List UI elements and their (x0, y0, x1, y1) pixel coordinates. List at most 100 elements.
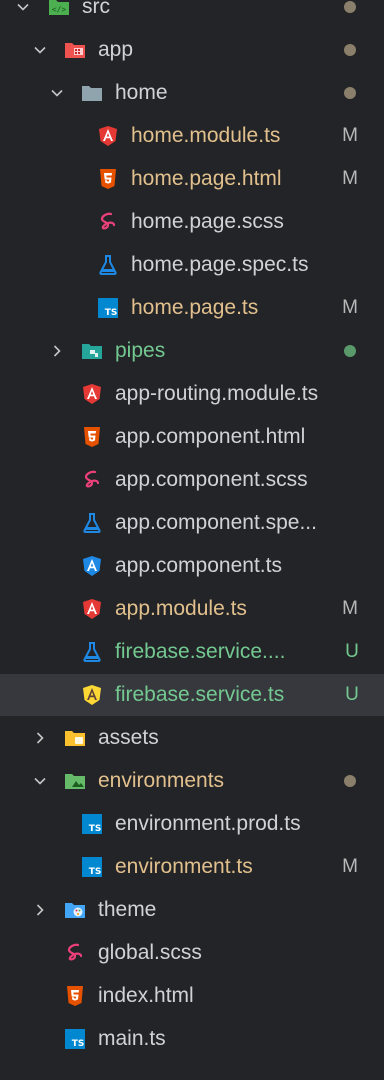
tree-item-label: app.component.spe... (115, 511, 317, 534)
tree-item-label: theme (98, 898, 157, 921)
tree-item-label: home.page.spec.ts (131, 253, 309, 276)
chevron-right-icon[interactable] (31, 729, 49, 747)
tree-item-label: app.module.ts (115, 597, 247, 620)
svg-text:TS: TS (89, 867, 102, 877)
git-change-dot-icon (344, 87, 356, 99)
tree-item-label: pipes (115, 339, 166, 362)
tree-file-row[interactable]: index.html (0, 975, 384, 1017)
angular-icon (79, 596, 105, 622)
tree-item-label: main.ts (98, 1027, 166, 1050)
tree-file-row[interactable]: TS home.page.ts M (0, 287, 384, 329)
folder-theme-icon (62, 897, 88, 923)
test-flask-icon (95, 252, 121, 278)
tree-folder-row[interactable]: assets (0, 717, 384, 759)
tree-file-row[interactable]: TS environment.ts M (0, 846, 384, 888)
tree-item-label: app (98, 38, 134, 61)
angular-service-icon (79, 682, 105, 708)
tree-file-row[interactable]: app.component.scss (0, 459, 384, 501)
git-status-badge: M (342, 856, 358, 877)
tree-item-label: app.component.scss (115, 468, 308, 491)
svg-text:TS: TS (72, 1039, 85, 1049)
tree-item-label: home (115, 81, 168, 104)
tree-folder-row[interactable]: pipes (0, 330, 384, 372)
tree-folder-row[interactable]: home (0, 72, 384, 114)
folder-app-icon (62, 37, 88, 63)
folder-assets-icon (62, 725, 88, 751)
sass-icon (79, 467, 105, 493)
html5-icon (62, 983, 88, 1009)
chevron-down-icon[interactable] (48, 84, 66, 102)
git-change-dot-icon (344, 345, 356, 357)
chevron-right-icon[interactable] (31, 901, 49, 919)
tree-file-row[interactable]: home.page.spec.ts (0, 244, 384, 286)
tree-item-label: home.page.html (131, 167, 282, 190)
angular-icon (95, 123, 121, 149)
tree-file-row[interactable]: home.page.scss (0, 201, 384, 243)
chevron-down-icon[interactable] (14, 0, 32, 16)
tree-item-label: assets (98, 726, 159, 749)
git-change-dot-icon (344, 44, 356, 56)
tree-item-label: app.component.html (115, 425, 306, 448)
folder-icon (79, 80, 105, 106)
tree-file-row[interactable]: TS environment.prod.ts (0, 803, 384, 845)
svg-text:</>: </> (52, 5, 67, 14)
tree-item-label: index.html (98, 984, 194, 1007)
tree-file-row[interactable]: app.module.ts M (0, 588, 384, 630)
tree-item-label: src (82, 0, 110, 18)
typescript-icon: TS (79, 854, 105, 880)
tree-file-row[interactable]: home.module.ts M (0, 115, 384, 157)
sass-icon (62, 940, 88, 966)
git-status-badge: M (342, 125, 358, 146)
tree-file-row[interactable]: firebase.service.ts U (0, 674, 384, 716)
git-status-badge: U (345, 684, 359, 705)
chevron-down-icon[interactable] (31, 772, 49, 790)
tree-item-label: home.page.ts (131, 296, 259, 319)
tree-item-label: environments (98, 769, 225, 792)
chevron-down-icon[interactable] (31, 41, 49, 59)
folder-environment-icon (62, 768, 88, 794)
angular-component-icon (79, 553, 105, 579)
tree-item-label: global.scss (98, 941, 202, 964)
test-flask-icon (79, 639, 105, 665)
typescript-icon: TS (79, 811, 105, 837)
tree-file-row[interactable]: TS main.ts (0, 1018, 384, 1060)
git-change-dot-icon (344, 1, 356, 13)
angular-icon (79, 381, 105, 407)
tree-item-label: environment.prod.ts (115, 812, 301, 835)
html5-icon (95, 166, 121, 192)
tree-file-row[interactable]: firebase.service.... U (0, 631, 384, 673)
svg-text:TS: TS (89, 824, 102, 834)
tree-folder-row[interactable]: </> src (0, 0, 384, 28)
tree-file-row[interactable]: app.component.spe... (0, 502, 384, 544)
folder-pipes-icon (79, 338, 105, 364)
typescript-icon: TS (62, 1026, 88, 1052)
tree-folder-row[interactable]: environments (0, 760, 384, 802)
git-status-badge: U (345, 641, 359, 662)
tree-file-row[interactable]: app.component.ts (0, 545, 384, 587)
folder-src-icon: </> (46, 0, 72, 20)
tree-folder-row[interactable]: app (0, 29, 384, 71)
tree-file-row[interactable]: app-routing.module.ts (0, 373, 384, 415)
tree-file-row[interactable]: home.page.html M (0, 158, 384, 200)
typescript-icon: TS (95, 295, 121, 321)
tree-item-label: app-routing.module.ts (115, 382, 319, 405)
tree-folder-row[interactable]: theme (0, 889, 384, 931)
tree-item-label: firebase.service.ts (115, 683, 285, 706)
file-explorer-tree: </> src app home home.module.ts Mhome.page.ht… (0, 0, 384, 1080)
tree-file-row[interactable]: global.scss (0, 932, 384, 974)
git-change-dot-icon (344, 775, 356, 787)
git-status-badge: M (342, 168, 358, 189)
git-status-badge: M (342, 297, 358, 318)
svg-text:TS: TS (105, 308, 118, 318)
tree-file-row[interactable]: app.component.html (0, 416, 384, 458)
tree-item-label: environment.ts (115, 855, 253, 878)
html5-icon (79, 424, 105, 450)
sass-icon (95, 209, 121, 235)
chevron-right-icon[interactable] (48, 342, 66, 360)
tree-item-label: home.page.scss (131, 210, 284, 233)
tree-item-label: firebase.service.... (115, 640, 286, 663)
test-flask-icon (79, 510, 105, 536)
tree-item-label: app.component.ts (115, 554, 282, 577)
git-status-badge: M (342, 598, 358, 619)
tree-item-label: home.module.ts (131, 124, 281, 147)
